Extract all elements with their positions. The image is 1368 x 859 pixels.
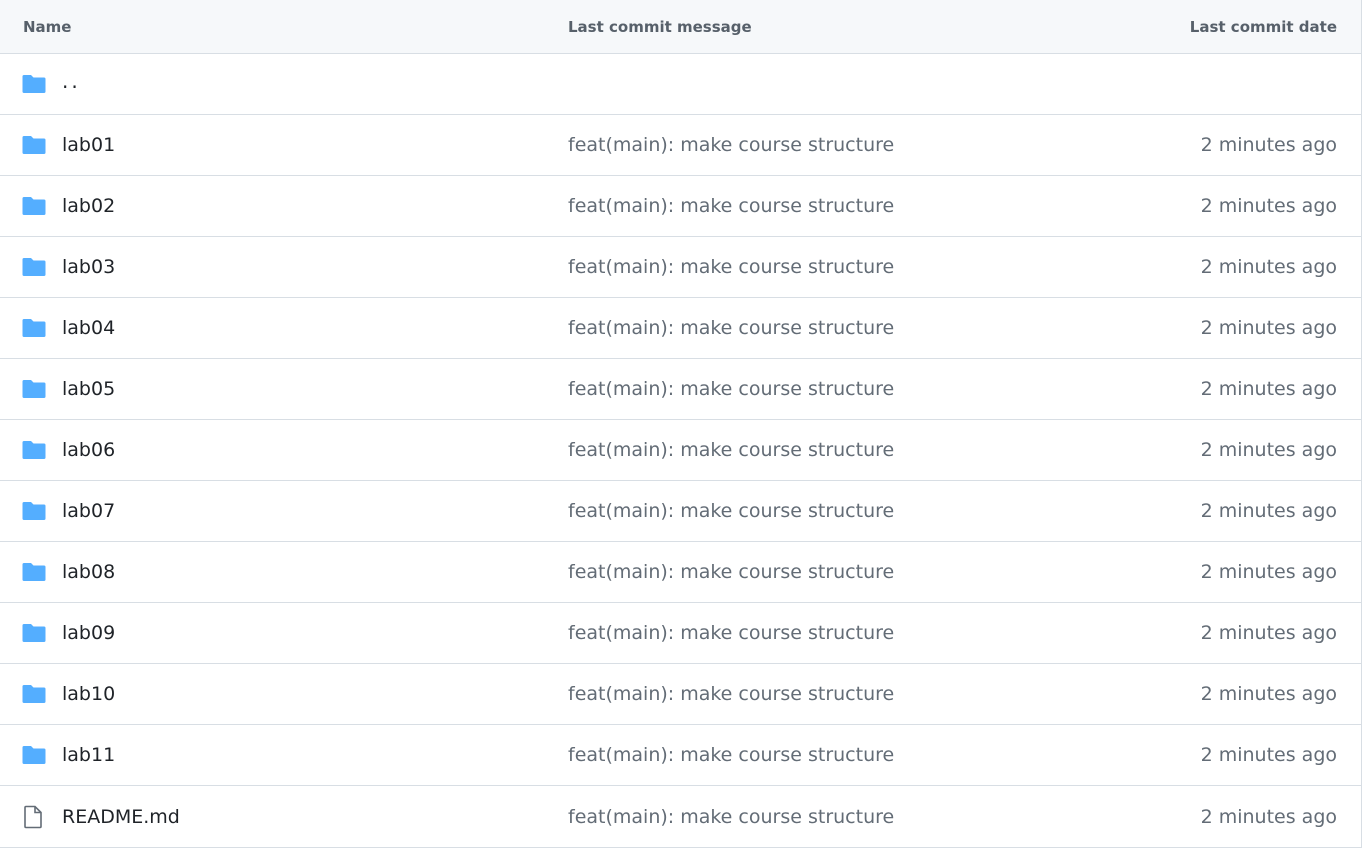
folder-icon: [22, 439, 48, 461]
parent-directory-link[interactable]: ..: [62, 69, 81, 93]
commit-message-link[interactable]: feat(main): make course structure: [568, 195, 894, 217]
commit-date: 2 minutes ago: [1200, 622, 1337, 644]
folder-link[interactable]: lab07: [62, 500, 115, 522]
folder-link[interactable]: lab02: [62, 195, 115, 217]
table-header: Name Last commit message Last commit dat…: [0, 0, 1361, 54]
table-row[interactable]: lab03 feat(main): make course structure 2 …: [0, 237, 1361, 298]
commit-message-link[interactable]: feat(main): make course structure: [568, 439, 894, 461]
header-name: Name: [23, 17, 72, 36]
folder-link[interactable]: lab11: [62, 744, 115, 766]
commit-message-link[interactable]: feat(main): make course structure: [568, 378, 894, 400]
commit-date: 2 minutes ago: [1200, 683, 1337, 705]
commit-date: 2 minutes ago: [1200, 439, 1337, 461]
commit-message-link[interactable]: feat(main): make course structure: [568, 500, 894, 522]
commit-message-link[interactable]: feat(main): make course structure: [568, 683, 894, 705]
folder-icon: [22, 683, 48, 705]
commit-message-link[interactable]: feat(main): make course structure: [568, 256, 894, 278]
table-row[interactable]: lab07 feat(main): make course structure 2 …: [0, 481, 1361, 542]
file-table: Name Last commit message Last commit dat…: [0, 0, 1362, 848]
folder-icon: [22, 134, 48, 156]
header-last-commit-date: Last commit date: [1189, 17, 1337, 36]
commit-date: 2 minutes ago: [1200, 744, 1337, 766]
folder-link[interactable]: lab08: [62, 561, 115, 583]
folder-icon: [22, 317, 48, 339]
folder-icon: [22, 561, 48, 583]
table-row[interactable]: lab11 feat(main): make course structure 2 …: [0, 725, 1361, 786]
folder-link[interactable]: lab04: [62, 317, 115, 339]
commit-message-link[interactable]: feat(main): make course structure: [568, 134, 894, 156]
file-icon: [22, 805, 48, 828]
table-row[interactable]: lab06 feat(main): make course structure 2 …: [0, 420, 1361, 481]
commit-date: 2 minutes ago: [1200, 134, 1337, 156]
parent-directory-row[interactable]: ..: [0, 54, 1361, 115]
commit-message-link[interactable]: feat(main): make course structure: [568, 561, 894, 583]
commit-message-link[interactable]: feat(main): make course structure: [568, 317, 894, 339]
table-row[interactable]: lab02 feat(main): make course structure 2 …: [0, 176, 1361, 237]
table-row[interactable]: lab10 feat(main): make course structure 2 …: [0, 664, 1361, 725]
folder-icon: [22, 500, 48, 522]
folder-link[interactable]: lab01: [62, 134, 115, 156]
table-row[interactable]: lab08 feat(main): make course structure 2 …: [0, 542, 1361, 603]
folder-link[interactable]: lab05: [62, 378, 115, 400]
commit-date: 2 minutes ago: [1200, 195, 1337, 217]
table-row[interactable]: lab04 feat(main): make course structure 2 …: [0, 298, 1361, 359]
file-list: lab01 feat(main): make course structure 2 …: [0, 115, 1361, 847]
commit-date: 2 minutes ago: [1200, 805, 1337, 828]
commit-date: 2 minutes ago: [1200, 561, 1337, 583]
file-link[interactable]: README.md: [62, 806, 180, 828]
commit-date: 2 minutes ago: [1200, 256, 1337, 278]
commit-date: 2 minutes ago: [1200, 317, 1337, 339]
folder-link[interactable]: lab06: [62, 439, 115, 461]
commit-message-link[interactable]: feat(main): make course structure: [568, 622, 894, 644]
folder-icon: [22, 256, 48, 278]
table-row[interactable]: lab05 feat(main): make course structure 2 …: [0, 359, 1361, 420]
folder-icon: [22, 744, 48, 766]
commit-date: 2 minutes ago: [1200, 378, 1337, 400]
header-last-commit-message: Last commit message: [568, 17, 752, 36]
folder-icon: [22, 378, 48, 400]
folder-icon: [22, 622, 48, 644]
folder-link[interactable]: lab03: [62, 256, 115, 278]
commit-message-link[interactable]: feat(main): make course structure: [568, 744, 894, 766]
folder-link[interactable]: lab10: [62, 683, 115, 705]
commit-message-link[interactable]: feat(main): make course structure: [568, 806, 894, 828]
folder-link[interactable]: lab09: [62, 622, 115, 644]
commit-date: 2 minutes ago: [1200, 500, 1337, 522]
table-row[interactable]: lab01 feat(main): make course structure 2 …: [0, 115, 1361, 176]
table-row[interactable]: lab09 feat(main): make course structure 2 …: [0, 603, 1361, 664]
folder-icon: [22, 195, 48, 217]
folder-icon: [22, 73, 48, 95]
table-row[interactable]: README.md feat(main): make course structu…: [0, 786, 1361, 847]
